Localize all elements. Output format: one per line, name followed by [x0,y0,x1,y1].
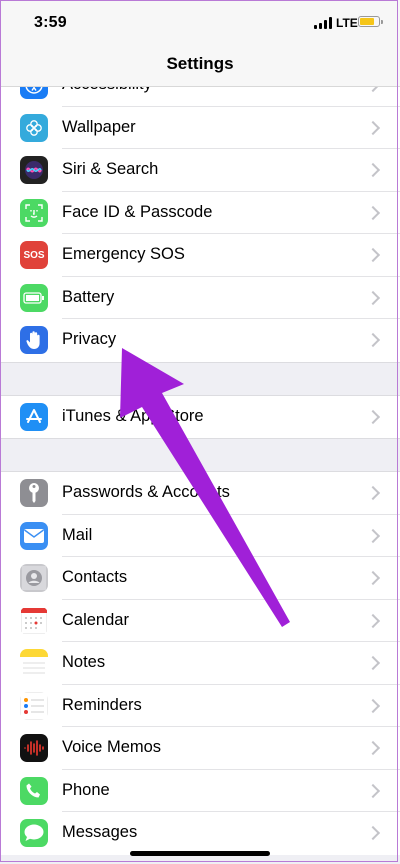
chevron-right-icon [365,783,381,798]
battery-status-icon [358,16,383,27]
row-label: Contacts [62,568,128,586]
row-label: Notes [62,653,106,671]
sos-icon: SOS [20,241,48,269]
chevron-right-icon [365,655,381,671]
hand-icon [20,326,48,354]
home-indicator[interactable] [130,851,270,856]
settings-row-face-id-passcode[interactable]: Face ID & Passcode [0,191,400,234]
row-label: Siri & Search [62,160,159,178]
row-label: Voice Memos [62,738,162,756]
key-icon [20,479,48,507]
settings-row-privacy[interactable]: Privacy [0,319,400,362]
settings-row-mail[interactable]: Mail [0,514,400,557]
mail-icon [20,521,48,550]
chevron-right-icon [365,120,381,135]
chevron-right-icon [365,570,381,586]
chevron-right-icon [365,162,381,178]
settings-row-emergency-sos[interactable]: SOS Emergency SOS [0,234,400,277]
settings-row-phone[interactable]: Phone [0,769,400,812]
settings-row-wallpaper[interactable]: Wallpaper [0,106,400,149]
chevron-right-icon [365,528,381,543]
messages-icon [20,819,48,847]
status-bar: 3:59 LTE [0,0,400,44]
settings-list[interactable]: AccessibilityWallpaperSiri & SearchFace … [0,64,400,855]
chevron-right-icon [365,409,381,424]
battery-icon [20,283,48,312]
row-label: Mail [62,525,93,544]
row-label: Privacy [62,330,117,348]
row-label: iTunes & App Store [62,406,204,425]
row-label: Phone [62,780,110,799]
row-label: Wallpaper [62,117,136,136]
settings-row-voice-memos[interactable]: Voice Memos [0,727,400,770]
settings-row-itunes-app-store[interactable]: iTunes & App Store [0,395,400,438]
network-type: LTE [336,16,358,30]
cellular-signal-icon [314,17,332,29]
settings-group: Passwords & Accounts Mail Contacts Calendar… [0,472,400,855]
settings-group: AccessibilityWallpaperSiri & SearchFace … [0,64,400,362]
settings-row-siri-search[interactable]: Siri & Search [0,149,400,192]
navigation-bar: Settings [0,44,400,87]
chevron-right-icon [365,332,381,348]
row-label: Emergency SOS [62,245,185,263]
status-time: 3:59 [34,14,67,31]
settings-row-passwords-accounts[interactable]: Passwords & Accounts [0,472,400,515]
contacts-icon [20,564,48,592]
face-id-icon [20,198,48,227]
wallpaper-icon [20,113,48,142]
row-label: Messages [62,823,138,841]
row-label: Reminders [62,695,142,714]
calendar-icon [20,606,48,635]
chevron-right-icon [365,613,381,628]
chevron-right-icon [365,205,381,220]
settings-group: iTunes & App Store [0,395,400,438]
group-separator [0,361,400,396]
row-label: Face ID & Passcode [62,202,213,221]
settings-row-messages[interactable]: Messages [0,812,400,855]
row-label: Passwords & Accounts [62,483,230,501]
chevron-right-icon [365,247,381,263]
row-label: Calendar [62,610,129,629]
settings-row-reminders[interactable]: Reminders [0,684,400,727]
notes-icon [20,649,48,677]
chevron-right-icon [365,698,381,713]
reminders-icon [20,691,48,720]
page-title: Settings [166,54,234,73]
phone-icon [20,776,48,805]
settings-row-contacts[interactable]: Contacts [0,557,400,600]
voice-memos-icon [20,734,48,762]
row-label: Battery [62,287,115,306]
siri-icon [20,156,48,184]
group-separator [0,438,400,472]
settings-row-notes[interactable]: Notes [0,642,400,685]
settings-row-battery[interactable]: Battery [0,276,400,319]
settings-row-calendar[interactable]: Calendar [0,599,400,642]
app-store-icon [20,402,48,431]
chevron-right-icon [365,485,381,501]
chevron-right-icon [365,825,381,841]
chevron-right-icon [365,740,381,756]
chevron-right-icon [365,290,381,305]
